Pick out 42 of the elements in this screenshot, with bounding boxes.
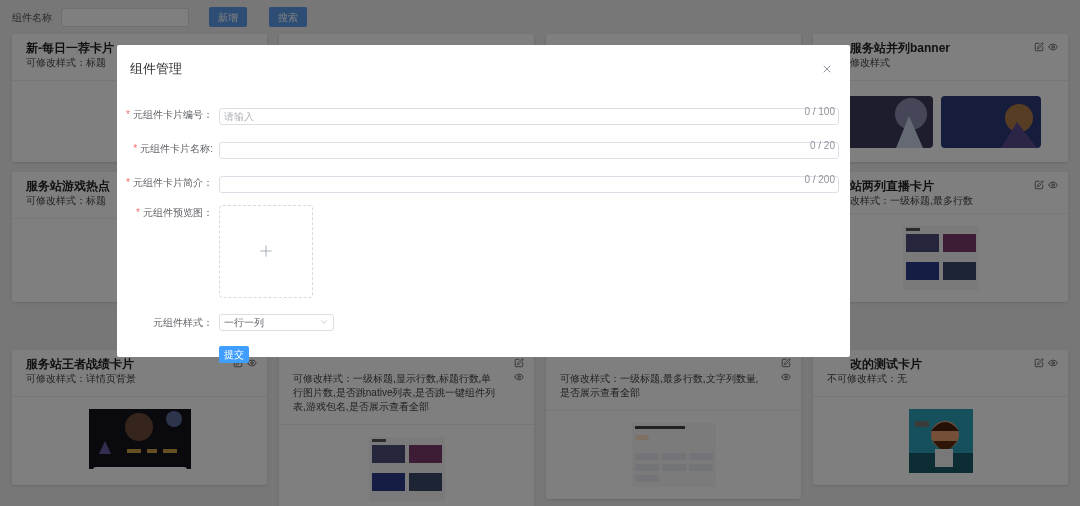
card-subtitle: 修改样式 [850,57,890,68]
card-title: 新-每日一荐卡片 [26,41,114,55]
card-title: 站两列直播卡片 [850,179,934,193]
add-button[interactable]: 新增 [209,7,247,27]
eye-icon[interactable] [781,372,791,382]
required-asterisk: * [126,108,130,122]
chevron-down-icon [319,317,329,327]
required-asterisk: * [136,205,140,220]
field-label: 元组件样式： [153,315,213,330]
char-counter: 0 / 20 [809,138,835,152]
input-field[interactable] [219,175,839,193]
card-title: 服务站王者战绩卡片 [26,357,134,371]
plus-icon [257,242,275,260]
required-asterisk: * [126,176,130,190]
eye-icon[interactable] [514,372,524,382]
input-field[interactable] [219,141,839,159]
field-label: 元组件预览图： [143,205,213,220]
card-subtitle: 可修改样式：详情页背景 [26,373,136,384]
required-asterisk: * [133,142,138,156]
eye-icon[interactable] [1048,180,1058,190]
char-counter: 0 / 200 [804,172,835,186]
card-title: 服务站并列banner [850,41,950,55]
char-counter: 0 / 100 [804,104,835,118]
upload-area[interactable] [219,204,313,298]
card-title: 服务站游戏热点 [26,179,110,193]
card-subtitle: 不可修改样式：无 [827,373,907,384]
field-label: 元组件卡片简介： [133,176,213,190]
eye-icon[interactable] [1048,42,1058,52]
search-label: 组件名称 [12,10,52,25]
search-button[interactable]: 搜索 [269,7,307,27]
submit-button[interactable]: 提交 [219,345,249,363]
field-label: 元组件卡片编号： [133,108,213,122]
card-subtitle: 可修改样式：一级标题,最多行数,文字列数量,是否展示查看全部 [560,373,759,398]
style-select[interactable]: 一行一列 [219,313,334,331]
dialog-title: 组件管理 [130,60,182,78]
card-title: 改的测试卡片 [850,357,922,371]
eye-icon[interactable] [247,358,257,368]
eye-icon[interactable] [1048,358,1058,368]
field-label: 元组件卡片名称: [140,142,213,156]
card-subtitle: 可修改样式：标题 [26,57,106,68]
card-subtitle: 可修改样式：标题 [26,195,106,206]
card-subtitle: 改样式：一级标题,最多行数 [850,195,973,206]
